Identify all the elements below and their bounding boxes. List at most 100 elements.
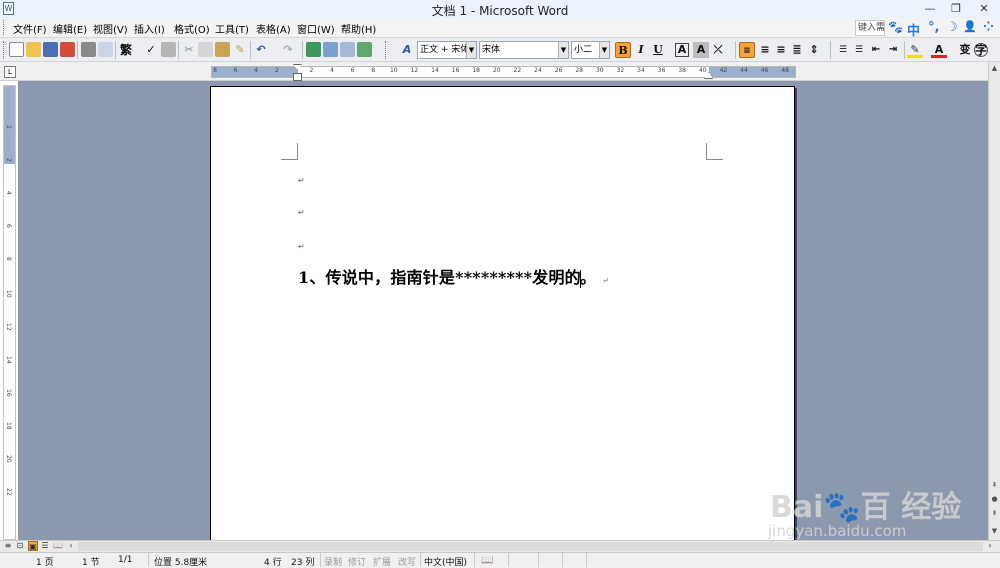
research-icon[interactable]	[161, 42, 176, 57]
enclose-chars-button[interactable]: 字	[974, 43, 988, 57]
status-language[interactable]: 中文(中国)	[424, 555, 467, 568]
menu-format[interactable]: 格式(O)	[174, 21, 210, 36]
toolbar-separator	[302, 41, 303, 59]
char-border-button[interactable]: A	[675, 43, 689, 57]
highlight-button[interactable]: ✎	[907, 42, 923, 58]
increase-indent-button[interactable]: ⇥	[885, 42, 901, 58]
status-ovr[interactable]: 改写	[398, 555, 416, 568]
status-divider	[320, 553, 321, 567]
status-trk[interactable]: 修订	[348, 555, 366, 568]
vertical-ruler[interactable]	[3, 85, 16, 540]
permission-icon[interactable]	[60, 42, 75, 57]
traditional-chinese-icon[interactable]: 繁	[118, 42, 134, 58]
status-rec[interactable]: 录制	[324, 555, 342, 568]
menu-tools[interactable]: 工具(T)	[215, 21, 249, 36]
copy-icon[interactable]	[198, 42, 213, 57]
char-shading-button[interactable]: A	[693, 42, 709, 58]
italic-button[interactable]: I	[633, 42, 649, 58]
spelling-check-icon[interactable]: ✓	[143, 42, 159, 58]
close-button[interactable]: ✕	[970, 0, 998, 18]
menu-help[interactable]: 帮助(H)	[341, 21, 376, 36]
question-paragraph[interactable]: 1、传说中，指南针是*********发明的。 ↵	[298, 264, 609, 288]
print-icon[interactable]	[81, 42, 96, 57]
font-color-button[interactable]: A	[931, 42, 947, 58]
scroll-left-icon[interactable]: ‹	[66, 541, 76, 551]
print-preview-icon[interactable]	[98, 42, 113, 57]
undo-icon[interactable]: ↶	[253, 42, 269, 58]
status-ext[interactable]: 扩展	[373, 555, 391, 568]
format-painter-icon[interactable]: ✎	[232, 42, 248, 58]
spelling-status-icon[interactable]: 📖	[481, 555, 493, 566]
normal-view-icon[interactable]: ≡	[3, 541, 13, 551]
ime-grid-icon[interactable]: ⁘	[983, 20, 994, 35]
menu-edit[interactable]: 编辑(E)	[53, 21, 87, 36]
browse-object-icon[interactable]: ●	[989, 494, 1000, 505]
redo-icon[interactable]: ↷	[280, 42, 296, 58]
scroll-right-icon[interactable]: ›	[985, 541, 995, 551]
menu-view[interactable]: 视图(V)	[93, 21, 128, 36]
scroll-down-icon[interactable]: ▼	[989, 526, 1000, 537]
ime-punct-toggle[interactable]: °,	[928, 20, 939, 35]
restore-button[interactable]: ❐	[942, 0, 970, 18]
ime-moon-icon[interactable]: ☽	[946, 20, 958, 35]
justify-button[interactable]: ≣	[789, 42, 805, 58]
underline-button[interactable]: U	[650, 42, 666, 58]
menu-insert[interactable]: 插入(I)	[134, 21, 165, 36]
font-combo-value: 宋体	[482, 45, 501, 55]
font-size-combo[interactable]: 小二 ▼	[571, 41, 610, 59]
styles-pane-icon[interactable]: A	[399, 42, 415, 58]
status-divider	[562, 553, 563, 567]
save-icon[interactable]	[43, 42, 58, 57]
next-page-icon[interactable]: ⇟	[989, 508, 1000, 519]
align-center-button[interactable]: ≡	[757, 42, 773, 58]
ruler-number: 6	[5, 224, 12, 228]
tab-selector[interactable]: L	[4, 66, 16, 78]
scroll-up-icon[interactable]: ▲	[989, 63, 1000, 74]
style-combo[interactable]: 正文 + 宋体 ▼	[417, 41, 477, 59]
chevron-down-icon[interactable]: ▼	[558, 42, 568, 58]
left-indent-marker[interactable]	[293, 73, 302, 81]
paste-icon[interactable]	[215, 42, 230, 57]
horizontal-scrollbar[interactable]	[78, 542, 983, 551]
print-layout-icon[interactable]: ▣	[28, 541, 38, 551]
new-document-icon[interactable]	[9, 42, 24, 57]
open-folder-icon[interactable]	[26, 42, 41, 57]
ime-mode-toggle[interactable]: 中	[907, 20, 920, 39]
reading-view-icon[interactable]: 📖	[53, 541, 63, 551]
ime-paw-icon[interactable]: 🐾	[888, 20, 903, 34]
align-right-button[interactable]: ≡	[773, 42, 789, 58]
help-question-input[interactable]: 键入需要帮助的问题	[855, 20, 885, 36]
insert-table-icon[interactable]	[340, 42, 355, 57]
vertical-scrollbar[interactable]: ▲ ⇞ ● ⇟ ▼	[988, 62, 1000, 540]
menu-window[interactable]: 窗口(W)	[297, 21, 335, 36]
web-view-icon[interactable]: ⊡	[15, 541, 25, 551]
chevron-down-icon[interactable]: ▼	[599, 42, 609, 58]
tables-borders-icon[interactable]	[323, 42, 338, 57]
ruler-number: 4	[330, 67, 334, 74]
numbering-button[interactable]: ☰	[835, 42, 851, 58]
menu-file[interactable]: 文件(F)	[13, 21, 47, 36]
insert-excel-icon[interactable]	[357, 42, 372, 57]
ruler-number: 44	[740, 67, 748, 74]
toolbar-grip[interactable]	[3, 41, 6, 59]
decrease-indent-button[interactable]: ⇤	[868, 42, 884, 58]
line-spacing-button[interactable]: ⇕	[806, 42, 822, 58]
ruler-number: 12	[410, 67, 419, 74]
font-combo[interactable]: 宋体 ▼	[479, 41, 569, 59]
bullets-button[interactable]: ☰	[851, 42, 867, 58]
char-scale-icon[interactable]: ⤫	[710, 42, 726, 58]
align-left-button[interactable]: ≡	[739, 42, 755, 58]
prev-page-icon[interactable]: ⇞	[989, 480, 1000, 491]
outline-view-icon[interactable]: ☰	[40, 541, 50, 551]
bold-button[interactable]: B	[615, 42, 631, 58]
cut-icon[interactable]: ✂	[181, 42, 197, 58]
status-divider	[586, 553, 587, 567]
menu-grip[interactable]	[3, 20, 6, 35]
menu-table[interactable]: 表格(A)	[256, 21, 291, 36]
chevron-down-icon[interactable]: ▼	[466, 42, 476, 58]
hyperlink-icon[interactable]	[306, 42, 321, 57]
phonetic-guide-button[interactable]: 变	[957, 42, 973, 58]
toolbar-grip[interactable]	[385, 41, 388, 59]
minimize-button[interactable]: —	[916, 0, 944, 18]
ime-user-icon[interactable]: 👤	[963, 20, 977, 33]
